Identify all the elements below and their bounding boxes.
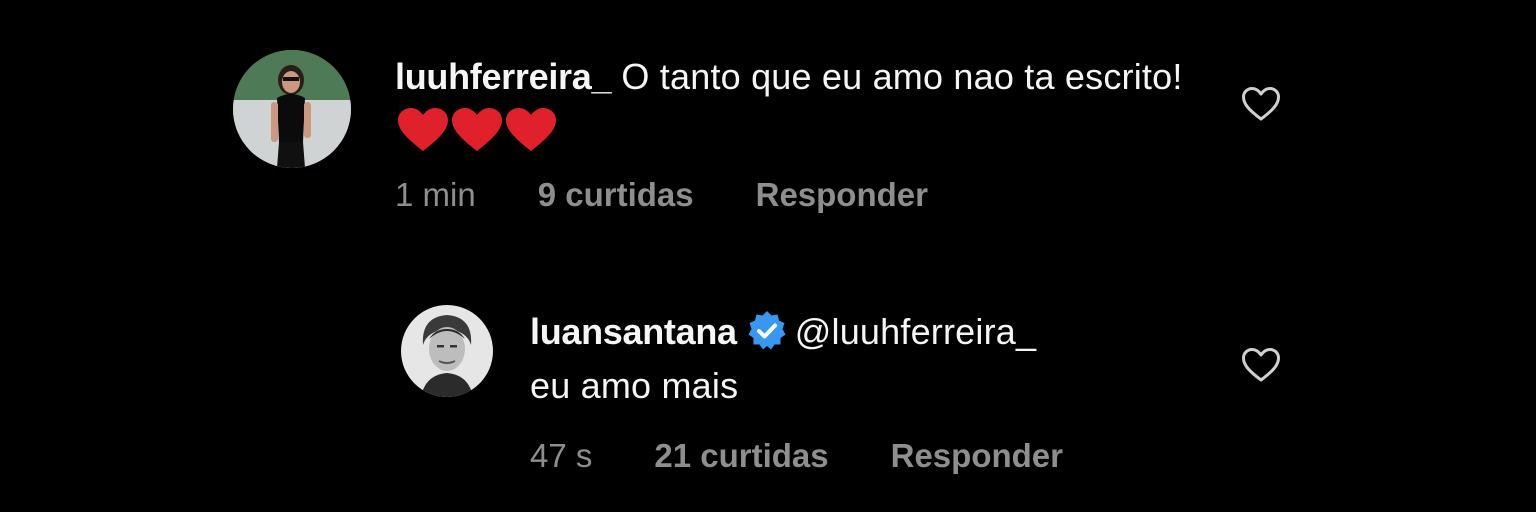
timestamp: 47 s bbox=[530, 437, 593, 474]
verified-badge-icon bbox=[745, 309, 789, 353]
reply-button[interactable]: Responder bbox=[891, 437, 1063, 475]
comment-body: luuhferreira_ O tanto que eu amo nao ta … bbox=[395, 50, 1195, 158]
heart-outline-icon[interactable] bbox=[1241, 347, 1281, 383]
comment-meta: 1 min 9 curtidas Responder bbox=[395, 176, 928, 214]
avatar[interactable] bbox=[401, 305, 493, 397]
username[interactable]: luuhferreira_ bbox=[395, 56, 611, 97]
comment: luuhferreira_ O tanto que eu amo nao ta … bbox=[233, 50, 1293, 225]
comment-message: eu amo mais bbox=[530, 365, 739, 406]
comment-message: O tanto que eu amo nao ta escrito! bbox=[611, 56, 1183, 97]
avatar[interactable] bbox=[233, 50, 351, 168]
red-heart-emoji bbox=[397, 107, 449, 153]
comment-body: luansantana @luuhferreira_eu amo mais bbox=[530, 305, 1230, 413]
reply-button[interactable]: Responder bbox=[756, 176, 928, 214]
likes-count[interactable]: 9 curtidas bbox=[538, 176, 694, 214]
comment-reply: luansantana @luuhferreira_eu amo mais 47 … bbox=[401, 305, 1293, 485]
likes-count[interactable]: 21 curtidas bbox=[654, 437, 828, 475]
heart-outline-icon[interactable] bbox=[1241, 86, 1281, 122]
red-heart-emoji bbox=[505, 107, 557, 153]
comment-text: luansantana @luuhferreira_eu amo mais bbox=[530, 305, 1230, 413]
username[interactable]: luansantana bbox=[530, 311, 737, 352]
red-heart-emoji bbox=[451, 107, 503, 153]
timestamp: 1 min bbox=[395, 176, 476, 213]
mention-link[interactable]: @luuhferreira_ bbox=[795, 311, 1036, 352]
comment-text: luuhferreira_ O tanto que eu amo nao ta … bbox=[395, 50, 1195, 158]
comment-meta: 47 s 21 curtidas Responder bbox=[530, 437, 1063, 475]
